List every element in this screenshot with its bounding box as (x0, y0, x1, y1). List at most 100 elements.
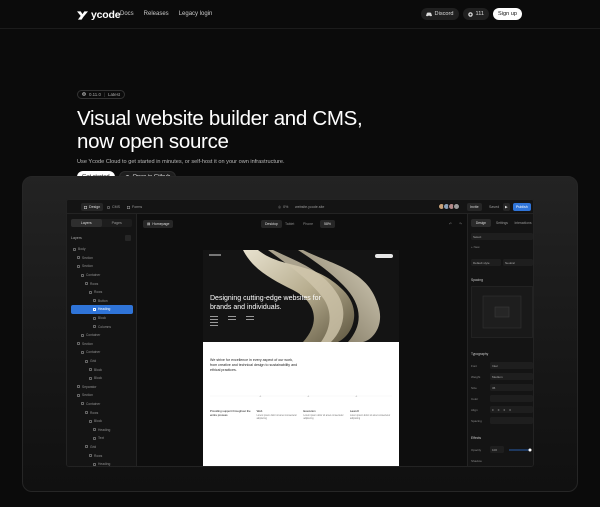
layer-item[interactable]: Container (67, 271, 137, 280)
invite-button[interactable]: Invite (467, 203, 482, 211)
layer-item[interactable]: Container (67, 400, 137, 409)
theme-select[interactable]: Neutral (503, 259, 533, 266)
align-left-icon[interactable]: ≡ (492, 408, 494, 412)
style-select[interactable]: Default style (471, 259, 501, 266)
layer-label: Heading (98, 427, 111, 432)
opacity-label: Opacity (471, 448, 482, 452)
opacity-slider[interactable] (508, 447, 532, 453)
layer-item[interactable]: Block (67, 365, 137, 374)
letter-spacing-input[interactable] (490, 417, 533, 424)
layer-label: Body (78, 247, 86, 252)
breakpoint-desktop[interactable]: Desktop (261, 220, 282, 228)
layer-item[interactable]: Separator (67, 383, 137, 392)
feature-column: Launch Lorem ipsum dolor sit amet consect… (350, 409, 394, 421)
layer-item[interactable]: Block (67, 314, 137, 323)
brand-name: ycode (91, 9, 121, 21)
preview-features: Providing support throughout the entire … (210, 409, 394, 421)
layer-icon (93, 316, 96, 320)
color-input[interactable] (490, 395, 533, 402)
layer-item[interactable]: Block (67, 417, 137, 426)
layer-label: Section (82, 264, 93, 269)
letter-spacing-label: Spacing (471, 419, 482, 423)
page-preview[interactable]: Designing cutting-edge websites for bran… (203, 250, 399, 466)
align-center-icon[interactable]: ≡ (498, 408, 500, 412)
tab-layers[interactable]: Layers (71, 219, 102, 227)
layer-icon (81, 273, 84, 277)
layer-item[interactable]: Columns (67, 322, 137, 331)
new-class-button[interactable]: + New (471, 245, 480, 249)
tab-settings[interactable]: Settings (492, 219, 512, 227)
tab-forms[interactable]: Forms (124, 203, 145, 211)
layer-icon (85, 359, 88, 363)
layer-item[interactable]: Grid (67, 443, 137, 452)
layer-label: Container (86, 333, 101, 338)
font-select[interactable]: Inter (490, 362, 533, 369)
zoom-indicator[interactable]: ◎ 0% (275, 203, 291, 211)
publish-button[interactable]: Publish (513, 203, 531, 211)
layer-icon (93, 462, 96, 466)
layer-item[interactable]: Button (67, 297, 137, 306)
feature-heading: Execution (303, 409, 316, 413)
text-align-buttons[interactable]: ≡ ≡ ≡ ≡ (490, 406, 533, 413)
layer-icon (85, 411, 88, 415)
layer-icon (77, 342, 80, 346)
class-selector[interactable]: Select (471, 233, 533, 240)
layer-item[interactable]: Section (67, 262, 137, 271)
editor-topbar: Design CMS Forms ◎ 0% website.ycode.site… (67, 200, 533, 214)
layer-label: Rows (94, 290, 103, 295)
layer-item[interactable]: Rows (67, 408, 137, 417)
layer-label: Section (82, 255, 93, 260)
tab-cms[interactable]: CMS (104, 203, 123, 211)
site-url[interactable]: website.ycode.site (292, 203, 327, 211)
tab-design[interactable]: Design (81, 203, 104, 211)
preview-play-icon[interactable]: ▶ (503, 203, 510, 211)
collaborator-avatars[interactable] (438, 203, 460, 210)
weight-select[interactable]: Medium (490, 373, 533, 380)
signup-button[interactable]: Sign up (493, 8, 522, 20)
align-justify-icon[interactable]: ≡ (509, 408, 511, 412)
canvas-zoom[interactable]: 58% (320, 220, 336, 228)
layer-item[interactable]: Section (67, 391, 137, 400)
layer-item[interactable]: Grid (67, 357, 137, 366)
opacity-input[interactable]: 100 (490, 446, 504, 453)
layer-item[interactable]: Rows (67, 451, 137, 460)
layer-item[interactable]: Heading (71, 305, 133, 314)
nav-link-releases[interactable]: Releases (144, 11, 169, 17)
tab-design-props[interactable]: Design (471, 219, 491, 227)
layer-item[interactable]: Heading (67, 425, 137, 434)
layer-item[interactable]: Container (67, 348, 137, 357)
tab-pages[interactable]: Pages (102, 219, 133, 227)
layer-item[interactable]: Container (67, 331, 137, 340)
layer-item[interactable]: Rows (67, 279, 137, 288)
layer-label: Block (94, 376, 103, 381)
brand-logo[interactable]: ycode (77, 9, 121, 21)
layer-icon (77, 385, 80, 389)
nav-link-docs[interactable]: Docs (120, 11, 134, 17)
layer-item[interactable]: Section (67, 340, 137, 349)
layer-icon (77, 256, 80, 260)
github-stars-button[interactable]: 111 (462, 8, 490, 20)
layer-item[interactable]: Block (67, 374, 137, 383)
saved-status: Saved (489, 205, 500, 209)
preview-meta-lines (210, 316, 254, 326)
page-selector[interactable]: ▤ Homepage (143, 220, 174, 228)
avatar (453, 203, 460, 210)
size-input[interactable]: 36 (490, 384, 533, 391)
nav-link-legacy-login[interactable]: Legacy login (179, 11, 213, 17)
tab-interactions[interactable]: Interactions (513, 219, 533, 227)
layer-icon (89, 290, 92, 294)
add-layer-icon[interactable] (125, 235, 131, 241)
layer-item[interactable]: Section (67, 254, 137, 263)
layer-item[interactable]: Heading (67, 460, 137, 466)
version-badge[interactable]: 0.11.0 | Latest (77, 89, 125, 99)
layer-item[interactable]: Body (67, 245, 137, 254)
badge-divider: | (103, 91, 106, 97)
box-model-editor[interactable] (471, 286, 533, 338)
breakpoint-tablet[interactable]: Tablet (281, 220, 298, 228)
breakpoint-phone[interactable]: Phone (299, 220, 317, 228)
redo-icon[interactable]: ↷ (455, 220, 466, 228)
layer-item[interactable]: Text (67, 434, 137, 443)
discord-button[interactable]: Discord (420, 8, 459, 20)
layer-item[interactable]: Rows (67, 288, 137, 297)
align-right-icon[interactable]: ≡ (504, 408, 506, 412)
